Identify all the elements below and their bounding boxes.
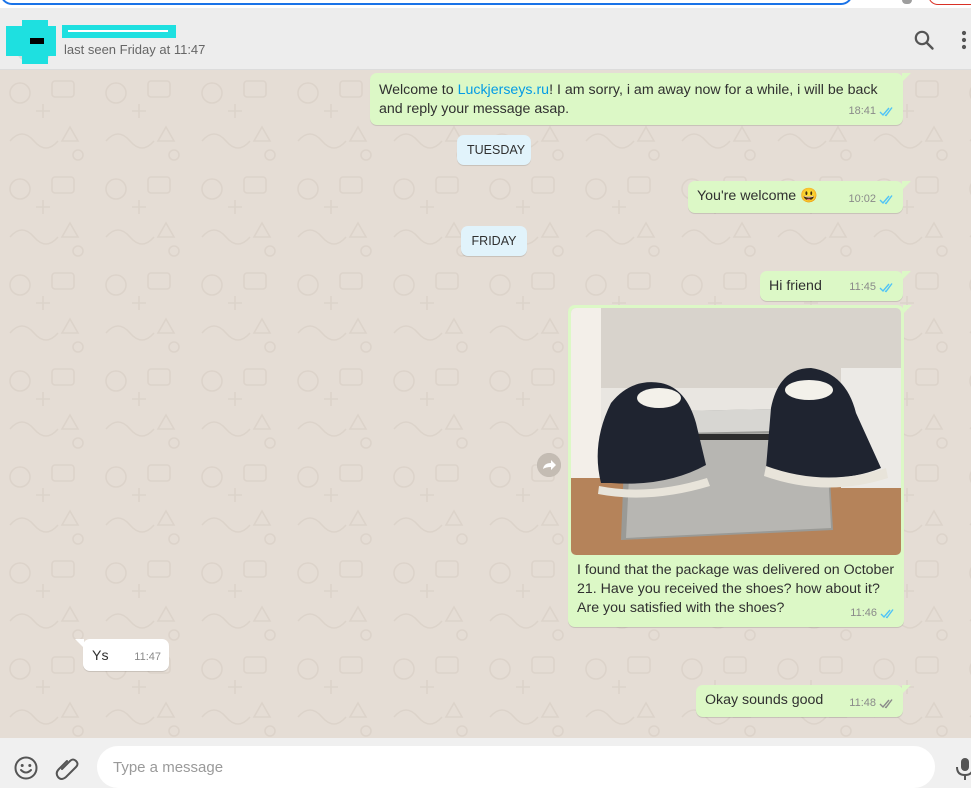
message-composer <box>0 738 971 788</box>
message-text-segment: Welcome to <box>379 82 458 98</box>
message-bubble-outgoing[interactable]: Okay sounds good 11:48 <box>696 685 911 717</box>
shoes-photo[interactable] <box>571 308 901 555</box>
message-time: 11:48 <box>849 697 876 709</box>
message-input[interactable] <box>97 746 935 788</box>
mic-icon[interactable] <box>954 755 971 781</box>
message-time: 11:46 <box>850 607 877 619</box>
chat-header: last seen Friday at 11:47 <box>0 8 971 70</box>
message-text: Welcome to Luckjerseys.ru! I am sorry, i… <box>379 81 878 119</box>
message-bubble-incoming[interactable]: Ys 11:47 <box>75 639 169 671</box>
double-tick-icon <box>879 107 893 117</box>
message-bubble-outgoing[interactable]: Hi friend 11:45 <box>760 271 911 301</box>
message-meta: 11:47 <box>134 648 161 667</box>
emoji-icon[interactable] <box>13 755 39 781</box>
message-text: You're welcome 😃 <box>697 187 818 206</box>
browser-button-edge[interactable] <box>928 0 971 5</box>
message-bubble-outgoing[interactable]: You're welcome 😃 10:02 <box>688 181 911 213</box>
message-bubble-outgoing-image[interactable]: I found that the package was delivered o… <box>568 305 912 627</box>
browser-strip <box>0 0 971 8</box>
chat-panel[interactable]: Welcome to Luckjerseys.ru! I am sorry, i… <box>0 71 971 738</box>
message-time: 10:02 <box>848 193 876 205</box>
message-meta: 11:46 <box>850 604 896 623</box>
message-text-segment: You're welcome <box>697 188 797 204</box>
image-caption: I found that the package was delivered o… <box>577 562 895 616</box>
redaction-mark <box>30 38 44 44</box>
emoji-smiley: 😃 <box>800 188 818 204</box>
message-link[interactable]: Luckjerseys.ru <box>458 82 549 98</box>
message-text: Ys <box>92 648 109 664</box>
message-meta: 11:45 <box>849 278 895 297</box>
menu-dots-icon[interactable] <box>952 28 971 52</box>
double-tick-icon <box>880 609 894 619</box>
message-text: Hi friend <box>769 278 822 294</box>
message-time: 11:47 <box>134 651 161 663</box>
message-text: Okay sounds good <box>705 692 824 708</box>
forward-icon[interactable] <box>537 453 561 477</box>
message-time: 18:41 <box>848 105 876 117</box>
message-meta: 10:02 <box>848 190 895 209</box>
contact-last-seen: last seen Friday at 11:47 <box>64 42 206 57</box>
message-time: 11:45 <box>849 281 876 293</box>
redaction-mark <box>68 30 168 32</box>
browser-extension-icon[interactable] <box>902 0 912 4</box>
address-bar-edge[interactable] <box>0 0 853 5</box>
double-tick-icon <box>879 195 893 205</box>
message-meta: 11:48 <box>849 694 895 713</box>
double-tick-icon <box>879 283 893 293</box>
attach-icon[interactable] <box>54 755 80 781</box>
day-separator: FRIDAY <box>461 226 527 256</box>
search-icon[interactable] <box>912 28 936 52</box>
message-bubble-outgoing[interactable]: Welcome to Luckjerseys.ru! I am sorry, i… <box>370 73 911 125</box>
day-separator: TUESDAY <box>457 135 531 165</box>
double-tick-icon <box>879 699 893 709</box>
message-meta: 18:41 <box>848 102 895 121</box>
